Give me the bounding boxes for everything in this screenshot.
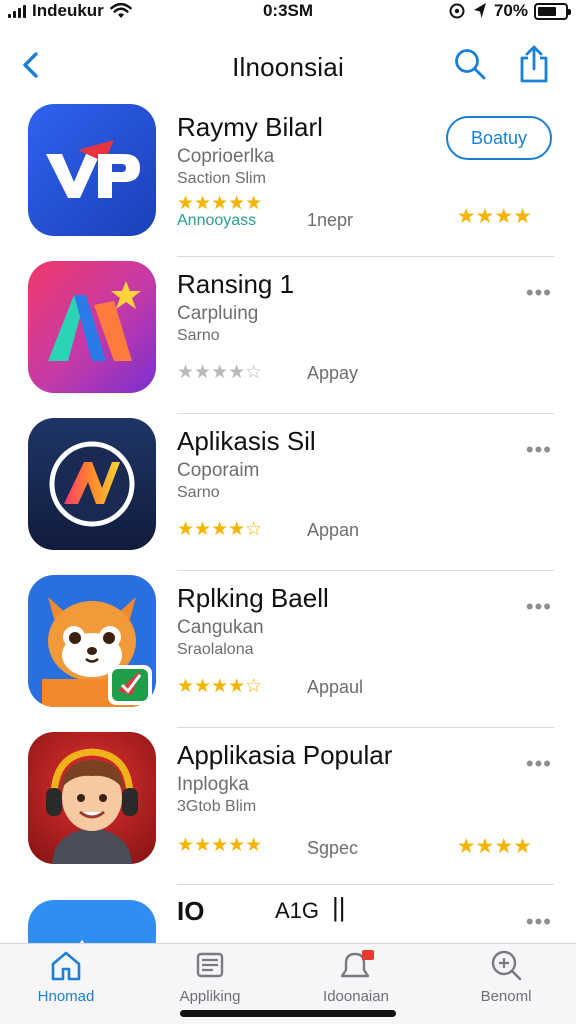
app-icon-vp [28,104,156,236]
search-icon[interactable] [452,46,488,82]
rating-stars: ★★★★☆ [177,519,263,540]
app-title: IO [177,896,205,926]
tab-label: Appliking [179,988,241,1005]
rating-stars: ★★★★☆ [177,362,263,383]
list-item[interactable]: Applikasia Popular Inplogka 3Gtob Blim ★… [0,728,576,885]
tab-notifications[interactable]: Idoonaian [296,948,416,1010]
app-icon-a-star [28,261,156,393]
rating-stars-right: ★★★★ [456,835,532,858]
search-icon [491,950,522,981]
app-category: Cangukan [177,617,264,638]
app-icon-fox [28,575,156,707]
tab-search[interactable]: Benoml [446,948,566,1010]
app-list: Raymy Bilarl Coprioerlka Saction Slim ★★… [0,100,576,943]
home-indicator [180,1010,396,1017]
app-subtitle: Sarno [177,484,220,501]
navigation-bar: Ilnoonsiai [0,36,576,96]
app-subtitle: Saction Slim [177,170,266,187]
app-title: Applikasia Popular [177,740,393,770]
apps-icon [196,952,224,978]
tab-label: Benoml [480,988,532,1005]
more-options-icon[interactable]: ••• [526,282,552,304]
more-options-icon[interactable]: ••• [526,439,552,461]
tab-label: Hnomad [37,988,95,1005]
battery-percent: 70% [493,1,528,20]
app-icon-a-ring [28,418,156,550]
list-item[interactable]: Raymy Bilarl Coprioerlka Saction Slim ★★… [0,100,576,257]
app-subtitle: 3Gtob Blim [177,798,257,815]
tab-home[interactable]: Hnomad [6,948,126,1010]
app-meta: Sgpec [307,838,359,858]
status-bar: Indeukur 0:3SM 70% [0,0,576,24]
app-title: Raymy Bilarl [177,112,323,142]
location-icon [449,3,465,19]
more-options-icon[interactable]: ••• [526,911,552,933]
battery-icon [534,2,571,20]
rating-stars: ★★★★★ [177,835,263,856]
app-meta: 1nepr [307,210,354,230]
divider [177,884,554,885]
app-title: Ransing 1 [177,269,295,299]
tab-apps[interactable]: Appliking [150,948,270,1010]
more-options-icon[interactable]: ••• [526,753,552,775]
more-options-icon[interactable]: ••• [526,596,552,618]
battery-fill [538,6,557,16]
tab-label: Idoonaian [323,988,389,1005]
app-category: Carpluing [177,303,259,324]
get-button[interactable]: Boatuy [446,116,552,160]
page-title: Ilnoonsiai [232,52,344,82]
app-title: Rplking Baell [177,583,329,613]
app-meta: Appay [307,363,359,383]
share-icon[interactable] [516,44,552,84]
app-icon-mountain [28,900,156,943]
app-title-extra: A1G [275,898,320,923]
list-item[interactable]: IO A1G || ••• [0,886,576,943]
app-category: Coprioerlka [177,146,275,167]
app-category: Inplogka [177,774,249,795]
app-category: Coporaim [177,460,260,481]
list-item[interactable]: Aplikasis Sil Coporaim Sarno ★★★★☆ Appan… [0,414,576,571]
app-title-bars: || [332,892,346,922]
home-icon [51,951,81,981]
rating-stars: ★★★★☆ [177,676,263,697]
app-subtitle: Sarno [177,327,220,344]
app-meta: Appaul [307,677,364,697]
app-icon-headphones-kid [28,732,156,864]
app-subtitle: Sraolalona [177,641,254,658]
list-item[interactable]: Ransing 1 Carpluing Sarno ★★★★☆ Appay ••… [0,257,576,414]
notifications-icon [340,950,374,978]
navigation-arrow-icon [473,3,486,18]
rating-stars-right: ★★★★ [456,205,532,228]
status-right: 70% [448,1,571,21]
app-tag: Annooyass [177,212,257,229]
list-item[interactable]: Rplking Baell Cangukan Sraolalona ★★★★☆ … [0,571,576,728]
app-meta: Appan [307,520,360,540]
app-title: Aplikasis Sil [177,426,316,456]
